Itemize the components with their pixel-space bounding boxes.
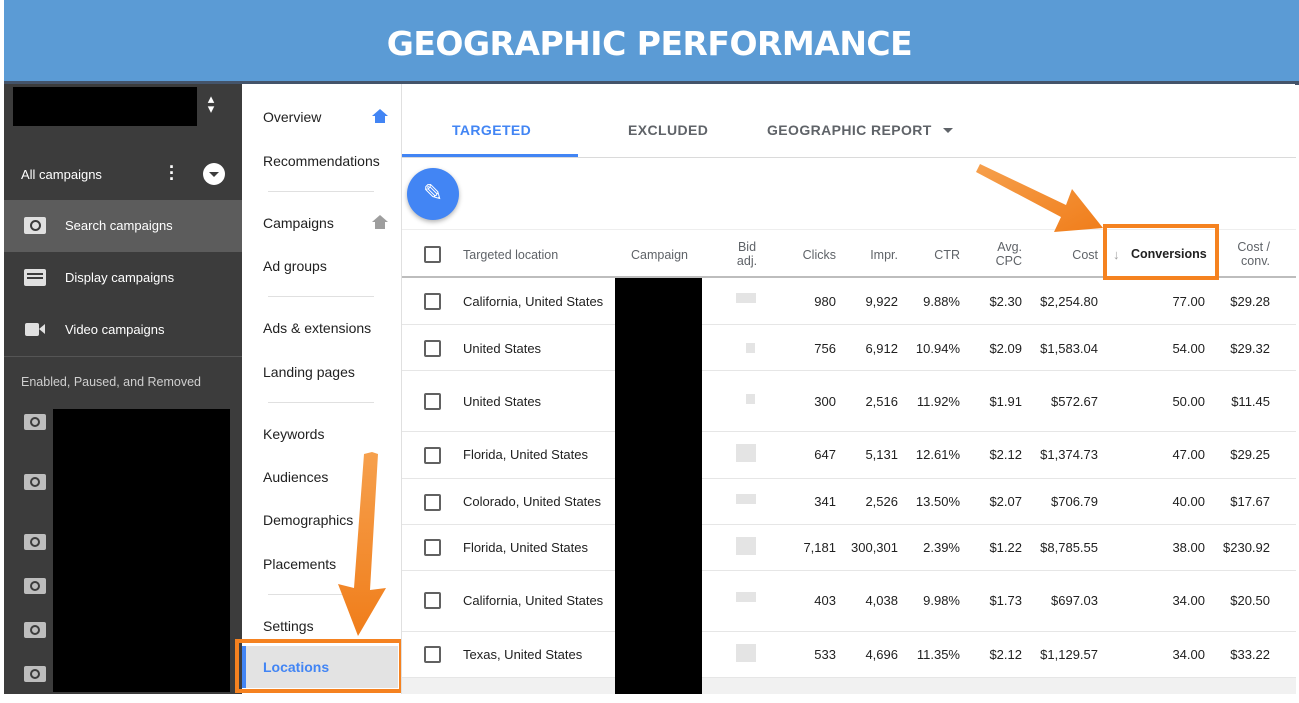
arrow-to-locations-icon (338, 452, 386, 636)
annotation-arrows (338, 164, 1103, 636)
arrow-to-conversions-icon (976, 164, 1103, 232)
